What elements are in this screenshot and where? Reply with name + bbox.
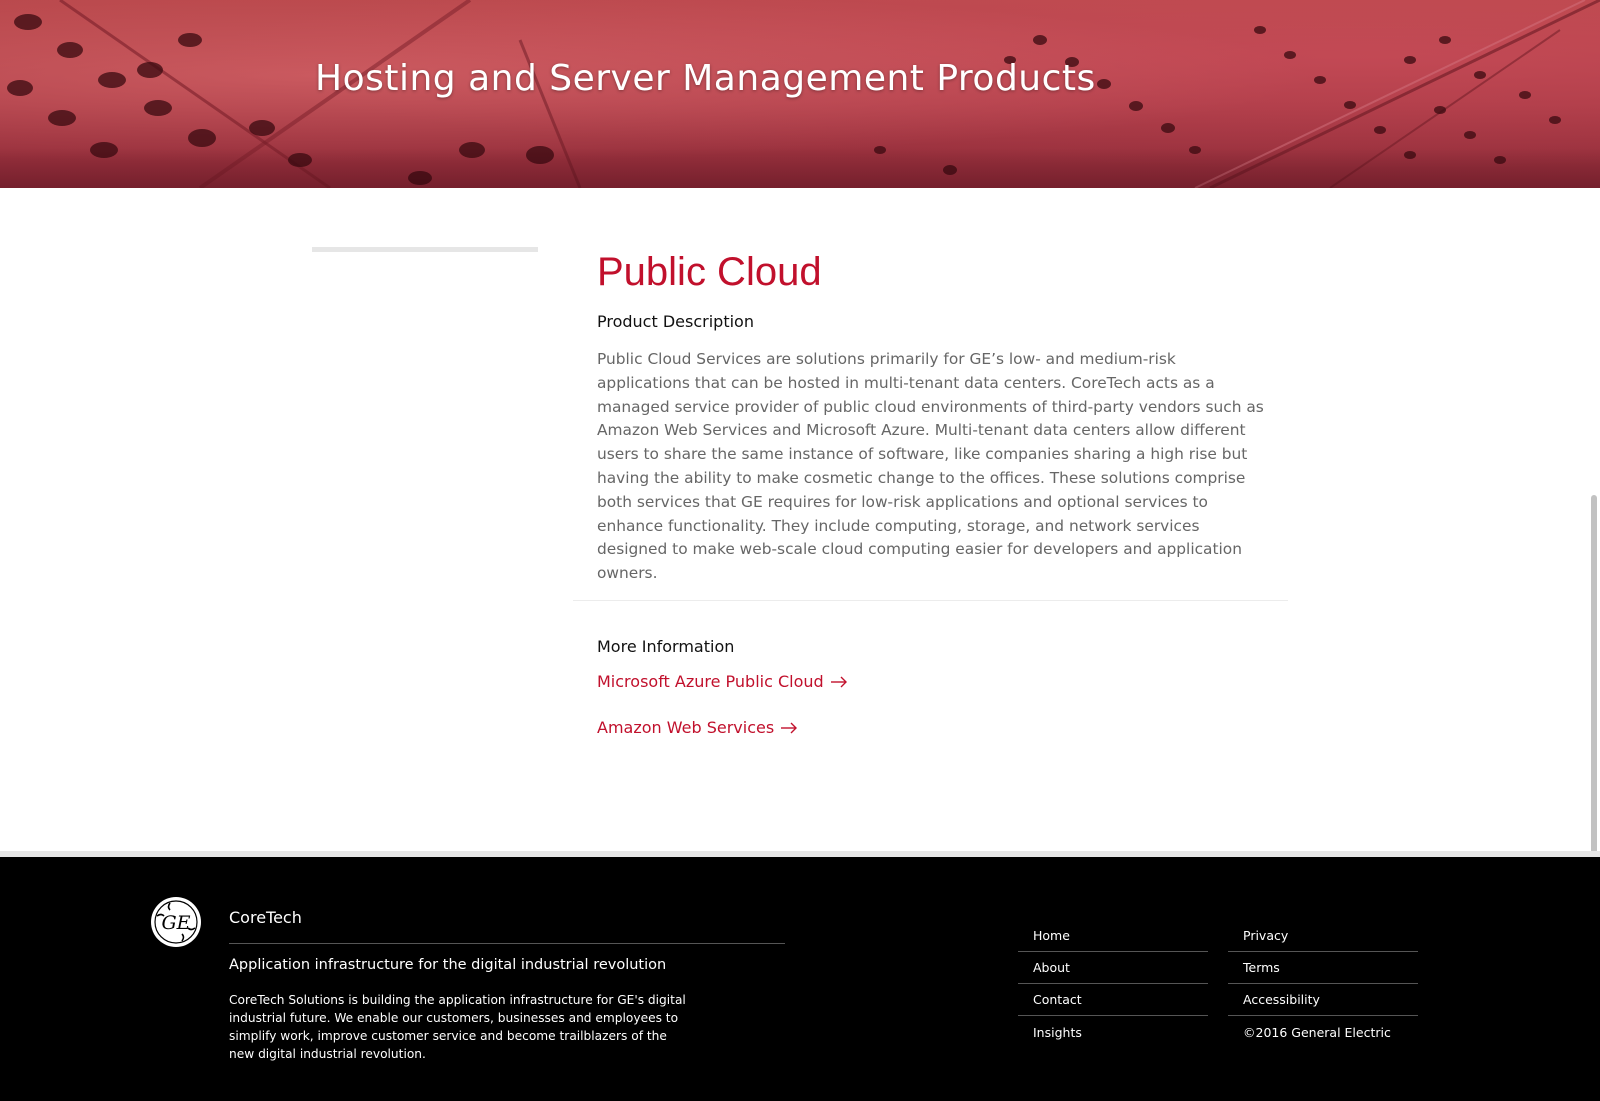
hero-banner: Hosting and Server Management Products [0, 0, 1600, 188]
sidebar-divider [312, 247, 538, 252]
footer-brand-divider [229, 943, 785, 944]
amazon-web-services-link[interactable]: Amazon Web Services [597, 718, 798, 737]
footer-link-privacy[interactable]: Privacy [1228, 920, 1418, 952]
footer-about-text: CoreTech Solutions is building the appli… [229, 993, 686, 1061]
aws-link-label: Amazon Web Services [597, 718, 775, 737]
footer-link-insights[interactable]: Insights [1018, 1016, 1208, 1048]
arrow-right-icon [830, 676, 847, 687]
more-information-heading: More Information [597, 637, 735, 656]
hero-title: Hosting and Server Management Products [315, 58, 1096, 99]
footer-tagline: Application infrastructure for the digit… [229, 957, 667, 973]
product-description: Public Cloud Services are solutions prim… [597, 350, 1264, 583]
footer: GE CoreTech Application infrastructure f… [0, 857, 1600, 1101]
arrow-right-icon [781, 722, 798, 733]
azure-public-cloud-link[interactable]: Microsoft Azure Public Cloud [597, 672, 848, 691]
footer-link-accessibility[interactable]: Accessibility [1228, 984, 1418, 1016]
footer-nav-legal: Privacy Terms Accessibility ©2016 Genera… [1228, 920, 1418, 1048]
footer-nav-primary: Home About Contact Insights [1018, 920, 1208, 1048]
more-information-section: More Information Microsoft Azure Public … [597, 637, 1197, 737]
footer-brand-name: CoreTech [229, 908, 302, 927]
product-title: Public Cloud [597, 250, 822, 294]
footer-copyright: ©2016 General Electric [1243, 1024, 1391, 1040]
footer-link-home[interactable]: Home [1018, 920, 1208, 952]
section-divider [573, 600, 1288, 601]
ge-logo-icon[interactable]: GE [150, 896, 202, 948]
azure-link-label: Microsoft Azure Public Cloud [597, 672, 824, 691]
product-content: Public Cloud Product Description Public … [597, 248, 1267, 586]
footer-link-terms[interactable]: Terms [1228, 952, 1418, 984]
product-description-heading: Product Description [597, 312, 754, 331]
scrollbar-thumb[interactable] [1591, 495, 1597, 855]
footer-link-about[interactable]: About [1018, 952, 1208, 984]
svg-text:GE: GE [161, 912, 190, 934]
hero-bottom-shade [0, 148, 1600, 188]
footer-link-contact[interactable]: Contact [1018, 984, 1208, 1016]
